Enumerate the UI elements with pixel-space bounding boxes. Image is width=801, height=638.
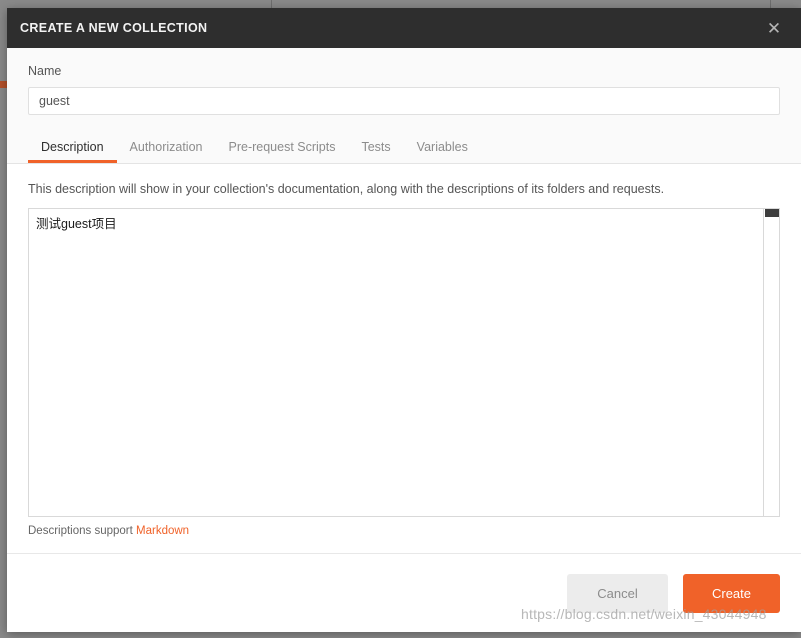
description-scrollbar[interactable] (763, 209, 779, 516)
cancel-button[interactable]: Cancel (567, 573, 668, 613)
modal-body: This description will show in your colle… (7, 164, 801, 553)
tab-pre-request-scripts[interactable]: Pre-request Scripts (216, 140, 349, 163)
tab-authorization[interactable]: Authorization (117, 140, 216, 163)
backdrop-seam-left (271, 0, 272, 8)
markdown-note-prefix: Descriptions support (28, 525, 137, 537)
description-scrollbar-thumb[interactable] (765, 209, 779, 217)
create-collection-modal: CREATE A NEW COLLECTION ✕ Name Descripti… (7, 8, 801, 632)
tab-tests[interactable]: Tests (348, 140, 403, 163)
tab-bar: Description Authorization Pre-request Sc… (28, 131, 780, 163)
description-editor (28, 208, 780, 517)
modal-title: CREATE A NEW COLLECTION (20, 21, 208, 35)
backdrop-seam-right (770, 0, 771, 8)
name-label: Name (28, 64, 62, 78)
tab-variables[interactable]: Variables (404, 140, 481, 163)
collection-name-input[interactable] (28, 87, 780, 115)
create-button[interactable]: Create (683, 573, 780, 613)
modal-footer: Cancel Create (7, 553, 801, 632)
description-textarea[interactable] (28, 208, 780, 517)
backdrop-accent-sliver (0, 81, 7, 88)
modal-header: CREATE A NEW COLLECTION ✕ (7, 8, 801, 48)
close-icon[interactable]: ✕ (761, 15, 787, 41)
tab-description[interactable]: Description (28, 140, 117, 163)
modal-upper-section: Name Description Authorization Pre-reque… (7, 48, 801, 164)
markdown-note: Descriptions support Markdown (28, 525, 780, 553)
markdown-link[interactable]: Markdown (136, 525, 189, 537)
description-helper-text: This description will show in your colle… (28, 182, 665, 196)
